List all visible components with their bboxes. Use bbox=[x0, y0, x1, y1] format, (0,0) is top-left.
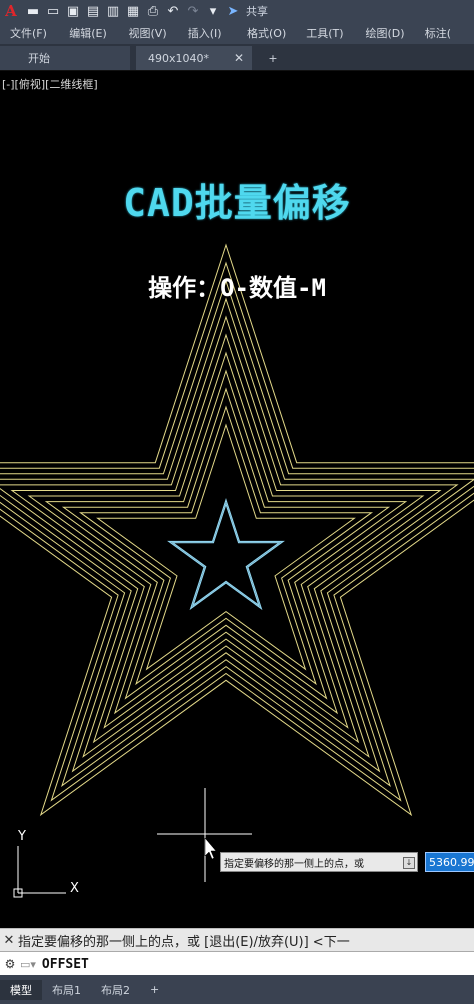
offset-star-line[interactable] bbox=[27, 351, 425, 729]
video-subtitle: 操作：O-数值-M bbox=[148, 274, 326, 302]
video-title: CAD批量偏移 bbox=[123, 181, 351, 225]
offset-star-line[interactable] bbox=[44, 369, 408, 715]
command-prompt-icon[interactable]: ▭▾ bbox=[20, 958, 36, 971]
offset-star-line[interactable] bbox=[10, 333, 442, 744]
ucs-icon bbox=[13, 846, 66, 898]
dynamic-prompt-tooltip: 指定要偏移的那一侧上的点，或 ↓ bbox=[220, 852, 418, 872]
command-line[interactable]: ⚙ ▭▾ OFFSET bbox=[0, 951, 474, 976]
add-layout-button[interactable]: + bbox=[140, 980, 169, 1000]
pointer-icon bbox=[204, 837, 217, 860]
tab-layout2[interactable]: 布局2 bbox=[91, 980, 140, 1000]
ucs-y-label: Y bbox=[17, 829, 26, 844]
layout-tab-bar: 模型 布局1 布局2 + bbox=[0, 975, 474, 1004]
offset-star-line[interactable] bbox=[0, 315, 459, 758]
wrench-icon[interactable]: ⚙ bbox=[0, 957, 20, 971]
offset-star-line[interactable] bbox=[0, 243, 474, 817]
inner-star-line[interactable] bbox=[170, 502, 282, 607]
command-history: ✕ 指定要偏移的那一侧上的点，或 [退出(E)/放弃(U)] <下一 bbox=[0, 928, 474, 951]
offset-star-line[interactable] bbox=[78, 405, 374, 686]
command-input[interactable]: OFFSET bbox=[42, 957, 89, 972]
inner-star-line[interactable] bbox=[167, 498, 285, 611]
dynamic-value-input[interactable]: 5360.994 bbox=[425, 852, 474, 872]
command-history-text: 指定要偏移的那一侧上的点，或 [退出(E)/放弃(U)] <下一 bbox=[18, 934, 350, 950]
tab-model[interactable]: 模型 bbox=[0, 979, 42, 1000]
options-down-icon[interactable]: ↓ bbox=[403, 857, 415, 869]
tooltip-text: 指定要偏移的那一侧上的点，或 bbox=[224, 858, 364, 870]
inner-star bbox=[167, 498, 285, 611]
close-icon[interactable]: ✕ bbox=[0, 933, 18, 948]
offset-star-lines bbox=[0, 243, 474, 817]
offset-star-line[interactable] bbox=[61, 387, 391, 700]
ucs-x-label: X bbox=[70, 881, 79, 896]
tab-layout1[interactable]: 布局1 bbox=[42, 980, 91, 1000]
